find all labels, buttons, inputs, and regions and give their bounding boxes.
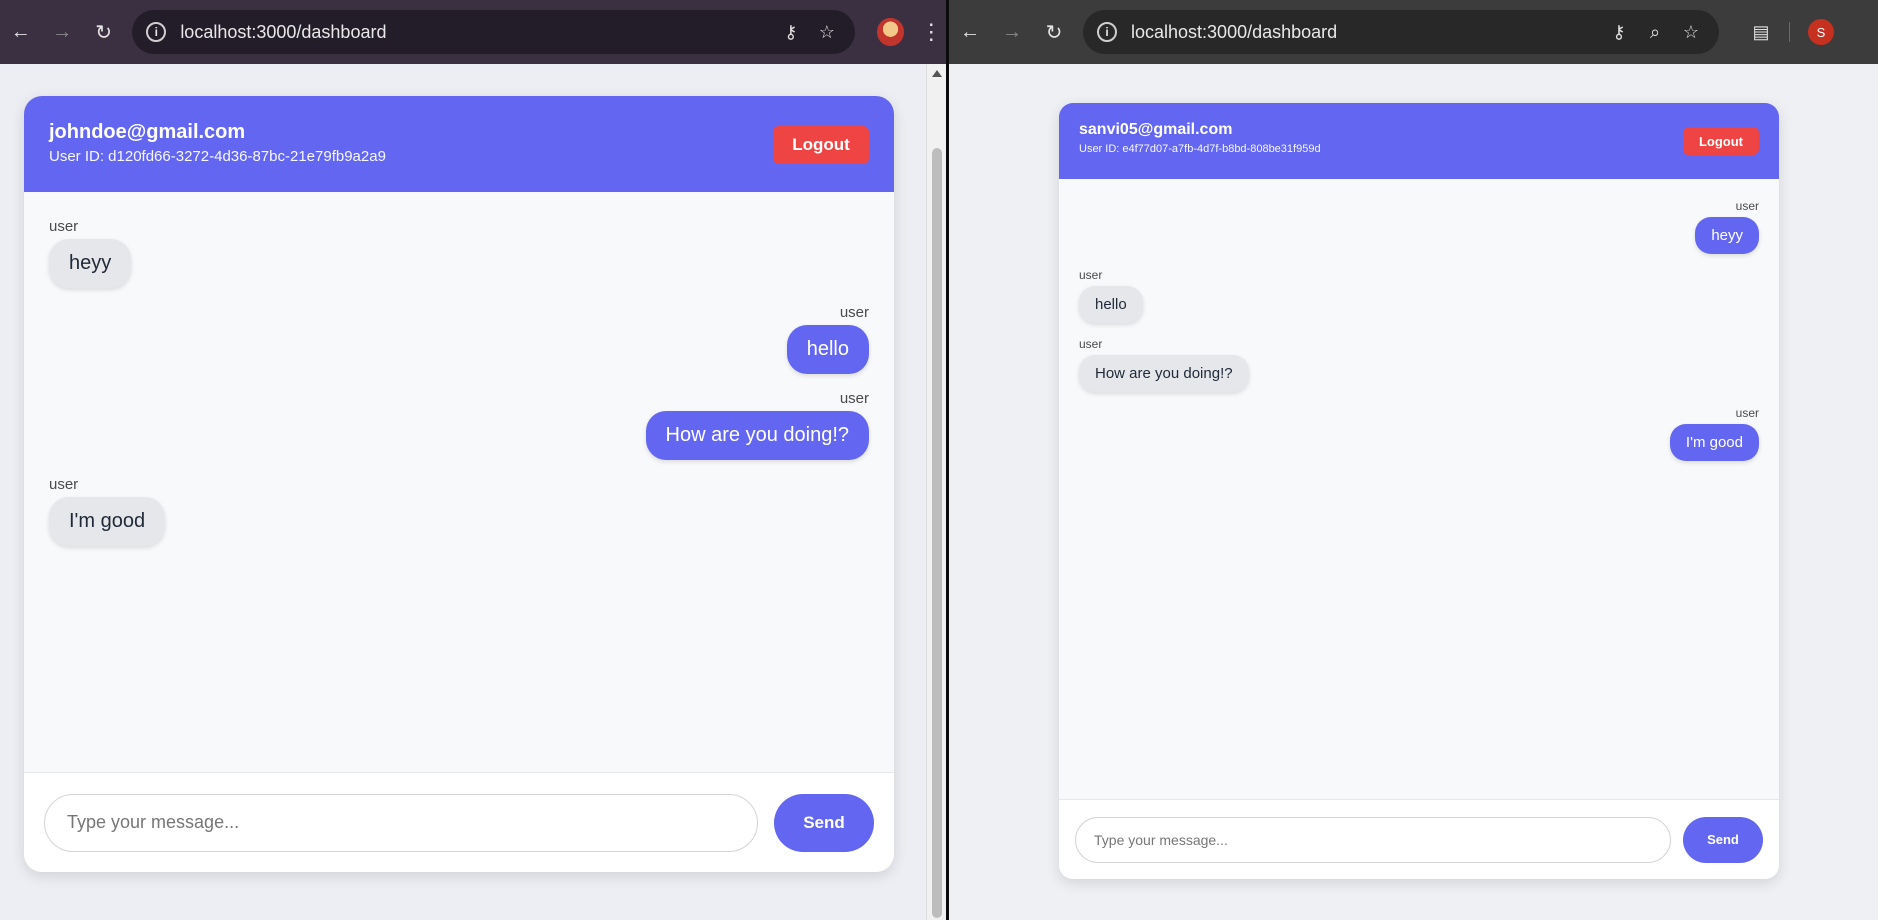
message-item: user I'm good bbox=[49, 476, 869, 546]
logout-button[interactable]: Logout bbox=[1683, 127, 1759, 155]
message-sender: user bbox=[1079, 337, 1103, 351]
info-icon[interactable]: i bbox=[1097, 22, 1117, 42]
left-browser-window: ← → ↻ i localhost:3000/dashboard ⚷ ☆ ⋮ j… bbox=[0, 0, 946, 920]
user-id: User ID: e4f77d07-a7fb-4d7f-b8bd-808be31… bbox=[1079, 143, 1321, 155]
reload-icon[interactable]: ↻ bbox=[1033, 0, 1075, 64]
message-bubble: heyy bbox=[49, 239, 132, 288]
star-icon[interactable]: ☆ bbox=[809, 22, 845, 43]
message-item: user hello bbox=[1079, 268, 1759, 323]
message-sender: user bbox=[49, 476, 79, 493]
info-icon[interactable]: i bbox=[146, 22, 167, 42]
user-id: User ID: d120fd66-3272-4d36-87bc-21e79fb… bbox=[49, 148, 386, 165]
message-sender: user bbox=[1735, 199, 1759, 213]
message-bubble: hello bbox=[786, 325, 869, 374]
address-bar[interactable]: i localhost:3000/dashboard ⚷ ☆ bbox=[132, 10, 855, 54]
forward-icon[interactable]: → bbox=[41, 0, 82, 64]
extensions-icon[interactable]: ▤ bbox=[1743, 22, 1779, 43]
send-button[interactable]: Send bbox=[1683, 816, 1763, 863]
profile-avatar-icon[interactable]: S bbox=[1808, 19, 1834, 45]
forward-icon[interactable]: → bbox=[991, 0, 1033, 64]
message-item: user hello bbox=[49, 304, 869, 374]
zoom-icon[interactable]: ⌕ bbox=[1637, 22, 1673, 43]
back-icon[interactable]: ← bbox=[0, 0, 41, 64]
message-sender: user bbox=[1079, 268, 1103, 282]
scroll-thumb[interactable] bbox=[932, 148, 942, 918]
url-text[interactable]: localhost:3000/dashboard bbox=[1131, 22, 1601, 43]
message-item: user I'm good bbox=[1079, 406, 1759, 461]
composer: Send bbox=[1059, 799, 1779, 879]
chat-header: johndoe@gmail.com User ID: d120fd66-3272… bbox=[24, 96, 894, 192]
message-bubble: I'm good bbox=[49, 497, 166, 546]
message-item: user How are you doing!? bbox=[1079, 337, 1759, 392]
composer: Send bbox=[24, 772, 894, 872]
message-item: user heyy bbox=[49, 218, 869, 288]
message-item: user How are you doing!? bbox=[49, 390, 869, 460]
user-email: johndoe@gmail.com bbox=[49, 121, 246, 143]
message-bubble: heyy bbox=[1695, 217, 1759, 254]
scroll-up-icon[interactable] bbox=[932, 70, 942, 77]
back-icon[interactable]: ← bbox=[949, 0, 991, 64]
key-icon[interactable]: ⚷ bbox=[1601, 22, 1637, 43]
message-sender: user bbox=[1735, 406, 1759, 420]
message-list: user heyy user hello user How are you do… bbox=[1059, 179, 1779, 799]
browser-toolbar: ← → ↻ i localhost:3000/dashboard ⚷ ☆ ⋮ bbox=[0, 0, 946, 64]
right-browser-window: ← → ↻ i localhost:3000/dashboard ⚷ ⌕ ☆ ▤… bbox=[949, 0, 1878, 920]
menu-icon[interactable]: ⋮ bbox=[916, 19, 946, 45]
message-input[interactable] bbox=[44, 793, 758, 852]
reload-icon[interactable]: ↻ bbox=[83, 0, 124, 64]
key-icon[interactable]: ⚷ bbox=[773, 22, 809, 43]
message-bubble: How are you doing!? bbox=[645, 411, 869, 460]
chat-card: johndoe@gmail.com User ID: d120fd66-3272… bbox=[24, 96, 894, 872]
user-email: sanvi05@gmail.com bbox=[1079, 121, 1233, 138]
address-bar[interactable]: i localhost:3000/dashboard ⚷ ⌕ ☆ bbox=[1083, 10, 1719, 54]
chat-card: sanvi05@gmail.com User ID: e4f77d07-a7fb… bbox=[1059, 103, 1779, 879]
message-item: user heyy bbox=[1079, 199, 1759, 254]
page-scrollbar[interactable] bbox=[926, 64, 946, 920]
send-button[interactable]: Send bbox=[774, 793, 874, 852]
message-sender: user bbox=[839, 304, 869, 321]
message-bubble: I'm good bbox=[1669, 424, 1759, 461]
message-sender: user bbox=[49, 218, 79, 235]
star-icon[interactable]: ☆ bbox=[1673, 22, 1709, 43]
message-sender: user bbox=[839, 390, 869, 407]
profile-avatar-icon[interactable] bbox=[876, 18, 905, 46]
message-list: user heyy user hello user How are you do… bbox=[24, 192, 894, 772]
logout-button[interactable]: Logout bbox=[773, 126, 869, 164]
toolbar-separator bbox=[1789, 22, 1790, 42]
message-bubble: hello bbox=[1079, 286, 1143, 323]
url-text[interactable]: localhost:3000/dashboard bbox=[180, 22, 772, 43]
message-bubble: How are you doing!? bbox=[1079, 355, 1249, 392]
message-input[interactable] bbox=[1075, 816, 1671, 863]
chat-header: sanvi05@gmail.com User ID: e4f77d07-a7fb… bbox=[1059, 103, 1779, 179]
browser-toolbar: ← → ↻ i localhost:3000/dashboard ⚷ ⌕ ☆ ▤… bbox=[949, 0, 1878, 64]
